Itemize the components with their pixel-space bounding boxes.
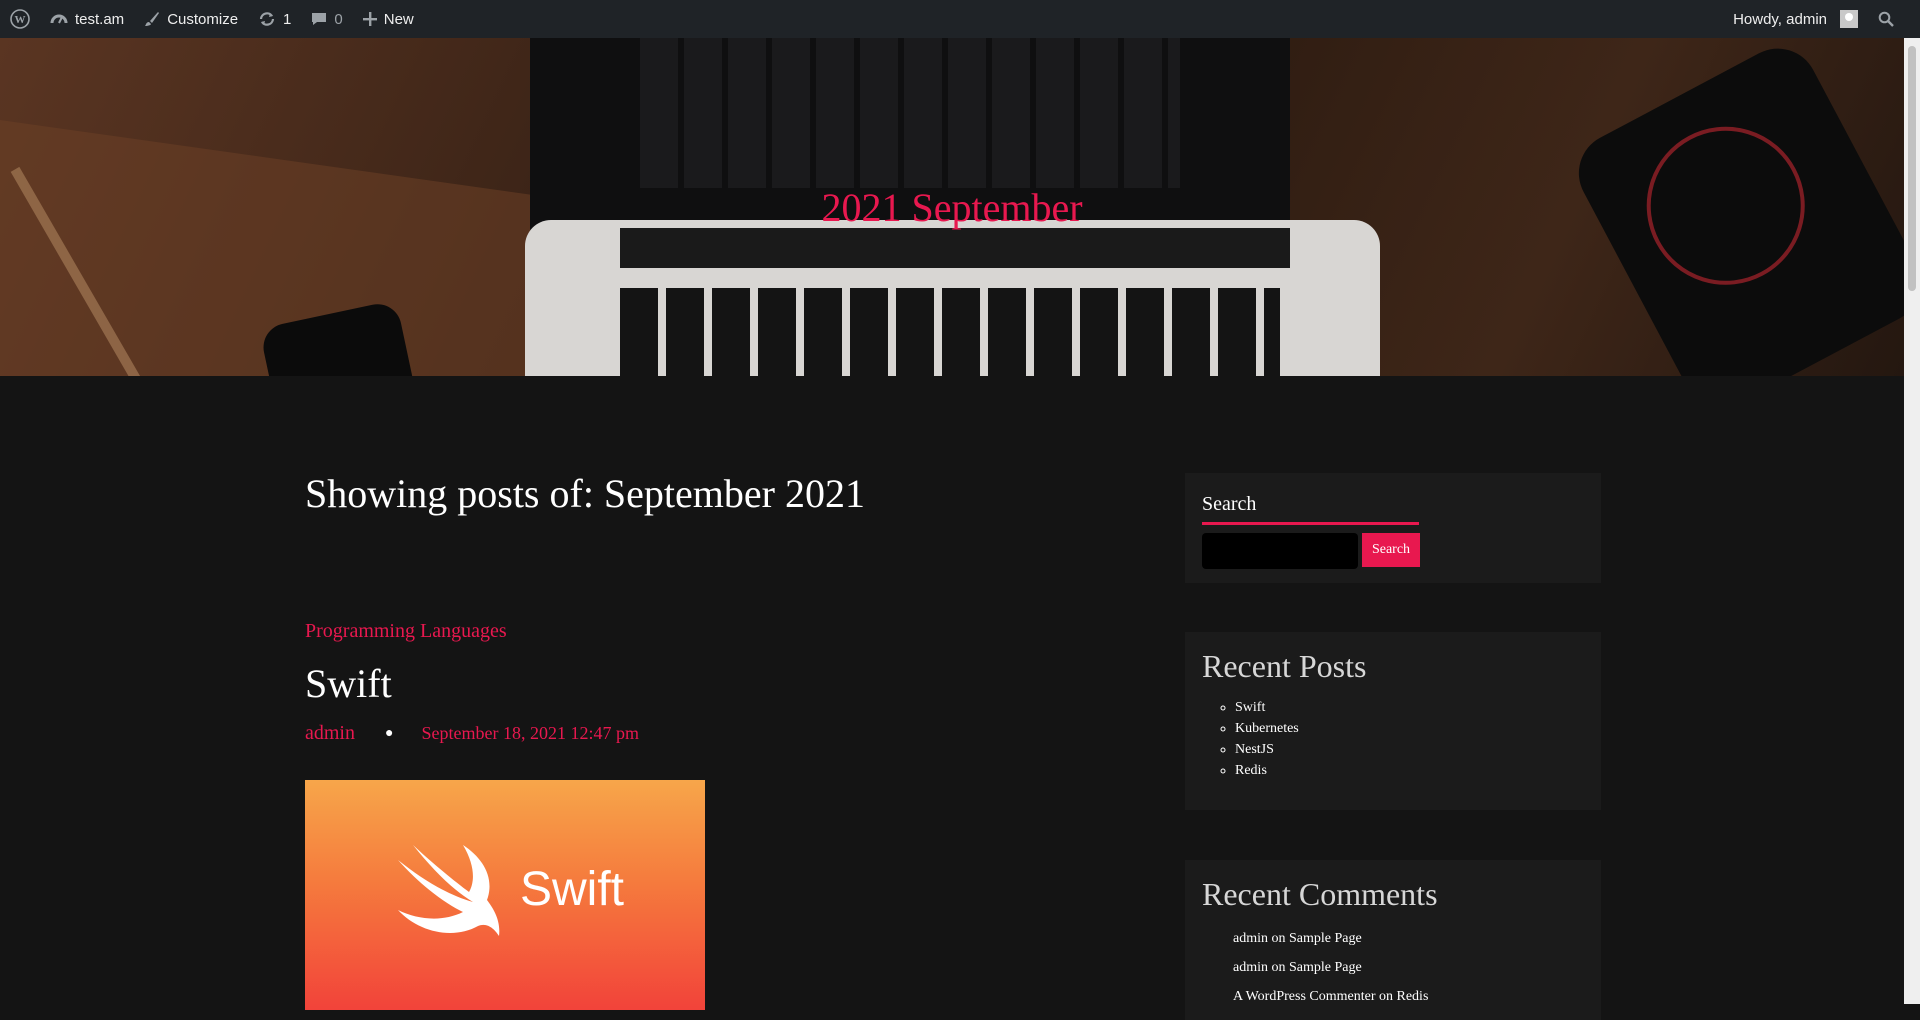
comments-link[interactable]: 0 — [301, 0, 352, 38]
plus-icon — [362, 12, 377, 26]
recent-posts-widget: Recent Posts Swift Kubernetes NestJS Red… — [1185, 632, 1601, 810]
customize-label: Customize — [167, 10, 239, 28]
recent-post-link[interactable]: Redis — [1235, 760, 1299, 781]
featured-image-caption: Swift — [520, 863, 625, 916]
laptop-hinge-decoration — [620, 228, 1290, 268]
recent-posts-title: Recent Posts — [1202, 648, 1367, 684]
comment-item: A WordPress Commenter on Redis — [1233, 982, 1428, 1011]
wordpress-logo-icon[interactable]: W — [0, 0, 40, 38]
site-name-label: test.am — [75, 10, 125, 28]
updates-link[interactable]: 1 — [248, 0, 301, 38]
comment-on: on — [1271, 960, 1286, 975]
comment-post-link[interactable]: Sample Page — [1289, 931, 1362, 946]
keyboard-decoration — [620, 288, 1280, 376]
updates-count: 1 — [283, 10, 292, 28]
admin-bar: W test.am Customize 1 0 New Howdy, admin — [0, 0, 1920, 38]
header-title: 2021 September — [821, 185, 1083, 230]
recent-comments-widget: Recent Comments admin on Sample Page adm… — [1185, 860, 1601, 1020]
comments-count: 0 — [334, 10, 343, 28]
avatar — [1840, 10, 1858, 28]
comment-post-link[interactable]: Redis — [1397, 989, 1429, 1004]
post-category-link[interactable]: Programming Languages — [305, 620, 507, 643]
meta-separator-icon: ● — [385, 725, 394, 741]
svg-text:W: W — [15, 14, 26, 26]
recent-comments-title: Recent Comments — [1202, 876, 1438, 912]
post-author-link[interactable]: admin — [305, 722, 355, 745]
recent-comments-list: admin on Sample Page admin on Sample Pag… — [1233, 924, 1428, 1011]
page-title: Showing posts of: September 2021 — [305, 471, 865, 516]
brush-icon — [144, 11, 160, 27]
comment-item: admin on Sample Page — [1233, 924, 1428, 953]
post-title-link[interactable]: Swift — [305, 660, 392, 707]
my-account-link[interactable]: Howdy, admin — [1723, 0, 1868, 38]
refresh-icon — [258, 11, 276, 27]
comment-post-link[interactable]: Sample Page — [1289, 960, 1362, 975]
site-name-link[interactable]: test.am — [40, 0, 134, 38]
comment-on: on — [1271, 931, 1286, 946]
comment-author: admin — [1233, 931, 1268, 946]
search-icon — [1878, 11, 1894, 27]
post-date-link[interactable]: September 18, 2021 12:47 pm — [421, 723, 638, 744]
scrollbar-thumb[interactable] — [1908, 46, 1916, 291]
customize-link[interactable]: Customize — [134, 0, 248, 38]
recent-post-link[interactable]: Swift — [1235, 697, 1299, 718]
comment-item: admin on Sample Page — [1233, 953, 1428, 982]
post-meta: admin ● September 18, 2021 12:47 pm — [305, 722, 639, 745]
page-scrollbar[interactable] — [1904, 38, 1920, 1004]
comment-on: on — [1379, 989, 1393, 1004]
main-content: Showing posts of: September 2021 Program… — [305, 470, 1125, 1010]
new-content-link[interactable]: New — [353, 0, 424, 38]
comment-author: A WordPress Commenter — [1233, 989, 1376, 1004]
search-widget-title: Search — [1202, 493, 1419, 525]
comment-author: admin — [1233, 960, 1268, 975]
search-input[interactable] — [1202, 533, 1358, 569]
howdy-label: Howdy, admin — [1733, 10, 1827, 28]
search-button[interactable]: Search — [1362, 533, 1420, 567]
admin-search-button[interactable] — [1868, 0, 1920, 38]
recent-posts-list: Swift Kubernetes NestJS Redis — [1215, 697, 1299, 781]
recent-post-link[interactable]: NestJS — [1235, 739, 1299, 760]
dashboard-icon — [50, 11, 68, 27]
search-widget: Search Search — [1185, 473, 1601, 583]
comment-bubble-icon — [311, 11, 327, 27]
swift-bird-icon — [398, 845, 500, 936]
header-banner: 2021 September — [0, 38, 1904, 376]
post-featured-image[interactable]: Swift — [305, 780, 705, 1010]
recent-post-link[interactable]: Kubernetes — [1235, 718, 1299, 739]
new-label: New — [383, 10, 414, 28]
